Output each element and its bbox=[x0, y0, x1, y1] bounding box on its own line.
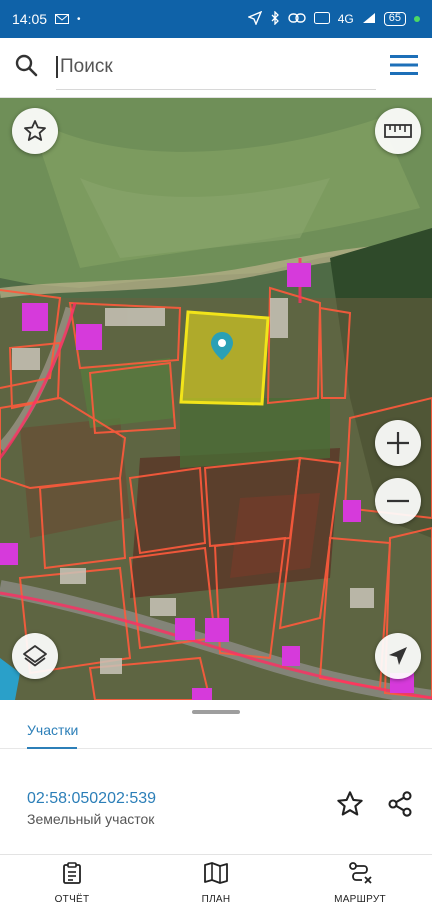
volte-icon bbox=[313, 11, 330, 27]
map-canvas[interactable] bbox=[0, 98, 432, 700]
link-icon bbox=[288, 12, 306, 26]
nav-report-label: ОТЧЁТ bbox=[54, 893, 90, 905]
location-arrow-icon bbox=[246, 10, 263, 28]
parcel-actions bbox=[336, 790, 414, 823]
sheet-drag-handle[interactable] bbox=[192, 710, 240, 714]
favorite-parcel-button[interactable] bbox=[336, 790, 364, 823]
nav-plan[interactable]: ПЛАН bbox=[144, 855, 288, 910]
bluetooth-icon bbox=[270, 9, 280, 28]
zoom-out-button[interactable] bbox=[375, 478, 421, 524]
search-bar: Поиск bbox=[0, 38, 432, 98]
nav-route-label: МАРШРУТ bbox=[334, 893, 386, 905]
ruler-icon bbox=[384, 124, 412, 138]
nav-route[interactable]: МАРШРУТ bbox=[288, 855, 432, 910]
search-icon[interactable] bbox=[14, 53, 38, 82]
hamburger-menu-icon[interactable] bbox=[390, 54, 418, 81]
share-button[interactable] bbox=[386, 790, 414, 823]
my-location-button[interactable] bbox=[375, 633, 421, 679]
network-label: 4G bbox=[337, 12, 354, 26]
star-icon bbox=[337, 791, 363, 816]
parcel-type-label: Земельный участок bbox=[27, 811, 155, 827]
nav-report[interactable]: ОТЧЁТ bbox=[0, 855, 144, 910]
battery-indicator: 65 bbox=[383, 12, 406, 26]
status-bar: 14:05 • 4G 65 bbox=[0, 0, 432, 38]
satellite-map[interactable] bbox=[0, 98, 432, 700]
status-time: 14:05 bbox=[12, 11, 48, 27]
charging-dot-icon bbox=[414, 16, 420, 22]
layers-button[interactable] bbox=[12, 633, 58, 679]
text-cursor bbox=[56, 56, 58, 78]
nav-plan-label: ПЛАН bbox=[201, 893, 231, 905]
tab-active-indicator bbox=[27, 747, 77, 749]
tab-parcels[interactable]: Участки bbox=[27, 722, 78, 738]
plus-icon bbox=[385, 430, 411, 456]
mail-icon bbox=[55, 11, 70, 27]
search-placeholder: Поиск bbox=[60, 56, 113, 77]
minus-icon bbox=[385, 488, 411, 514]
favorite-button[interactable] bbox=[12, 108, 58, 154]
navigation-arrow-icon bbox=[387, 645, 409, 667]
signal-icon bbox=[362, 12, 376, 27]
search-input[interactable]: Поиск bbox=[56, 46, 376, 90]
selected-parcel bbox=[179, 310, 270, 406]
signal-dot-icon: • bbox=[77, 13, 81, 25]
route-icon bbox=[348, 861, 372, 890]
map-icon bbox=[203, 861, 229, 890]
ruler-button[interactable] bbox=[375, 108, 421, 154]
bottom-navigation: ОТЧЁТ ПЛАН МАРШРУТ bbox=[0, 855, 432, 910]
clipboard-icon bbox=[60, 861, 84, 890]
share-icon bbox=[388, 791, 412, 817]
layers-icon bbox=[22, 643, 48, 669]
zoom-in-button[interactable] bbox=[375, 420, 421, 466]
star-icon bbox=[23, 119, 47, 143]
tab-bar-divider bbox=[0, 747, 432, 749]
parcel-cadastral-number[interactable]: 02:58:050202:539 bbox=[27, 790, 156, 808]
